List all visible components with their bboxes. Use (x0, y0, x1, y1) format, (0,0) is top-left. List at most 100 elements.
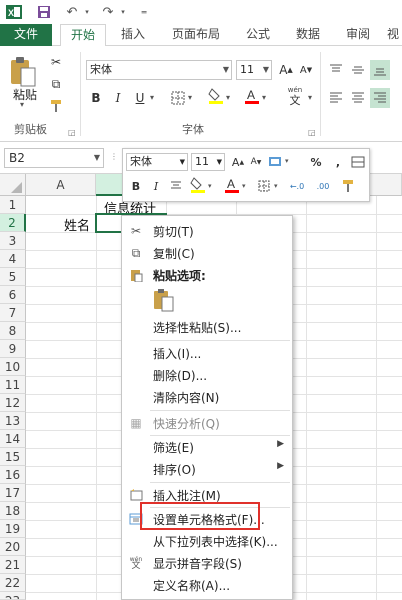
cell-a2[interactable]: 姓名 (64, 215, 90, 234)
row-header[interactable]: 14 (0, 430, 26, 448)
menu-item-define-name[interactable]: 定义名称(A)... (122, 574, 292, 596)
menu-item-paste-special[interactable]: 选择性粘贴(S)... (122, 316, 292, 338)
mini-merge-icon[interactable] (349, 153, 367, 171)
menu-item-pick-from-list[interactable]: 从下拉列表中选择(K)... (122, 530, 292, 552)
mini-percent-button[interactable]: % (307, 153, 325, 171)
mini-align-center-icon[interactable] (167, 177, 185, 195)
align-left-icon[interactable] (326, 88, 346, 108)
tab-insert[interactable]: 插入 (112, 24, 154, 46)
phonetic-dropdown-icon[interactable]: ▾ (308, 93, 312, 102)
row-header[interactable]: 7 (0, 304, 26, 322)
mini-shrink-font-icon[interactable]: A ▼ (247, 153, 265, 171)
top-align-icon[interactable] (326, 60, 346, 80)
row-header[interactable]: 4 (0, 250, 26, 268)
row-header[interactable]: 9 (0, 340, 26, 358)
menu-item-sort[interactable]: 排序(O) ▶ (122, 458, 292, 480)
font-name-combo[interactable]: 宋体 ▼ (86, 60, 232, 80)
mini-number-format-icon[interactable] (267, 153, 285, 171)
name-box[interactable]: B2 ▼ (4, 148, 104, 168)
row-header[interactable]: 6 (0, 286, 26, 304)
tab-data[interactable]: 数据 (288, 24, 328, 46)
mini-format-painter-icon[interactable] (339, 177, 357, 195)
row-header[interactable]: 15 (0, 448, 26, 466)
menu-item-phonetic[interactable]: wén 文 显示拼音字段(S) (122, 552, 292, 574)
row-header[interactable]: 19 (0, 520, 26, 538)
row-header[interactable]: 11 (0, 376, 26, 394)
paste-icon[interactable] (8, 56, 38, 88)
row-header[interactable]: 5 (0, 268, 26, 286)
menu-item-filter[interactable]: 筛选(E) ▶ (122, 436, 292, 458)
mini-fill-color-icon[interactable] (189, 176, 207, 194)
tab-page-layout[interactable]: 页面布局 (160, 24, 232, 46)
paste-dropdown-icon[interactable]: ▾ (20, 100, 24, 109)
redo-icon[interactable]: ↷ (98, 3, 118, 21)
shrink-font-icon[interactable]: A ▼ (296, 60, 316, 80)
menu-item-clear-contents[interactable]: 清除内容(N) (122, 386, 292, 408)
menu-item-delete[interactable]: 删除(D)... (122, 364, 292, 386)
redo-dropdown-icon[interactable]: ▾ (118, 3, 128, 21)
tab-formulas[interactable]: 公式 (238, 24, 278, 46)
mini-borders-dropdown-icon[interactable]: ▾ (274, 182, 278, 190)
format-painter-icon[interactable] (46, 96, 66, 116)
row-header[interactable]: 3 (0, 232, 26, 250)
save-icon[interactable] (34, 3, 54, 21)
grow-font-icon[interactable]: A ▲ (276, 60, 296, 80)
row-header[interactable]: 1 (0, 196, 26, 214)
mini-number-format-dropdown-icon[interactable]: ▾ (285, 157, 289, 165)
mini-italic-icon[interactable]: I (147, 177, 165, 195)
paste-option-icon[interactable] (152, 288, 176, 312)
cut-icon[interactable]: ✂ (46, 52, 66, 72)
italic-icon[interactable]: I (108, 88, 128, 108)
align-right-icon[interactable] (370, 88, 390, 108)
row-header[interactable]: 20 (0, 538, 26, 556)
mini-borders-icon[interactable] (255, 177, 273, 195)
underline-icon[interactable]: U (130, 88, 150, 108)
underline-dropdown-icon[interactable]: ▾ (150, 93, 154, 102)
tab-file[interactable]: 文件 (0, 24, 52, 46)
row-header[interactable]: 2 (0, 214, 26, 232)
mini-font-color-dropdown-icon[interactable]: ▾ (242, 182, 246, 190)
undo-icon[interactable]: ↶ (62, 3, 82, 21)
row-header[interactable]: 12 (0, 394, 26, 412)
row-header[interactable]: 23 (0, 592, 26, 600)
row-header[interactable]: 10 (0, 358, 26, 376)
tab-home[interactable]: 开始 (60, 24, 106, 47)
bold-icon[interactable]: B (86, 88, 106, 108)
middle-align-icon[interactable] (348, 60, 368, 80)
phonetic-guide-icon[interactable]: wén 文 (282, 86, 308, 108)
undo-dropdown-icon[interactable]: ▾ (82, 3, 92, 21)
font-color-icon[interactable]: A (242, 86, 262, 106)
row-header[interactable]: 8 (0, 322, 26, 340)
splitter-handle-icon[interactable]: ⋮ (110, 152, 118, 161)
font-color-dropdown-icon[interactable]: ▾ (262, 93, 266, 102)
font-size-combo[interactable]: 11 ▼ (236, 60, 272, 80)
row-header[interactable]: 21 (0, 556, 26, 574)
borders-dropdown-icon[interactable]: ▾ (188, 93, 192, 102)
mini-comma-button[interactable]: , (329, 153, 347, 171)
menu-item-insert[interactable]: 插入(I)... (122, 342, 292, 364)
font-launcher-icon[interactable]: ◲ (308, 128, 316, 137)
customize-toolbar-icon[interactable]: ═ (138, 3, 150, 21)
mini-decrease-decimal-button[interactable]: .00 (311, 177, 335, 195)
copy-icon[interactable]: ⧉ (46, 74, 66, 94)
row-header[interactable]: 18 (0, 502, 26, 520)
bottom-align-icon[interactable] (370, 60, 390, 80)
menu-item-cut[interactable]: ✂ 剪切(T) (122, 220, 292, 242)
tab-view[interactable]: 视 (384, 24, 402, 46)
clipboard-launcher-icon[interactable]: ◲ (68, 128, 76, 137)
row-header[interactable]: 22 (0, 574, 26, 592)
row-header[interactable]: 17 (0, 484, 26, 502)
mini-font-color-icon[interactable]: A (223, 176, 241, 194)
mini-font-size-combo[interactable]: 11 ▼ (191, 153, 225, 171)
tab-review[interactable]: 审阅 (338, 24, 378, 46)
align-center-icon[interactable] (348, 88, 368, 108)
fill-color-icon[interactable] (206, 86, 226, 106)
mini-bold-icon[interactable]: B (127, 177, 145, 195)
paste-button-label[interactable]: 粘贴 (8, 86, 42, 103)
row-header[interactable]: 13 (0, 412, 26, 430)
mini-fill-dropdown-icon[interactable]: ▾ (208, 182, 212, 190)
column-header-a[interactable]: A (26, 174, 96, 196)
fill-color-dropdown-icon[interactable]: ▾ (226, 93, 230, 102)
borders-icon[interactable] (168, 88, 188, 108)
mini-grow-font-icon[interactable]: A ▲ (229, 153, 247, 171)
